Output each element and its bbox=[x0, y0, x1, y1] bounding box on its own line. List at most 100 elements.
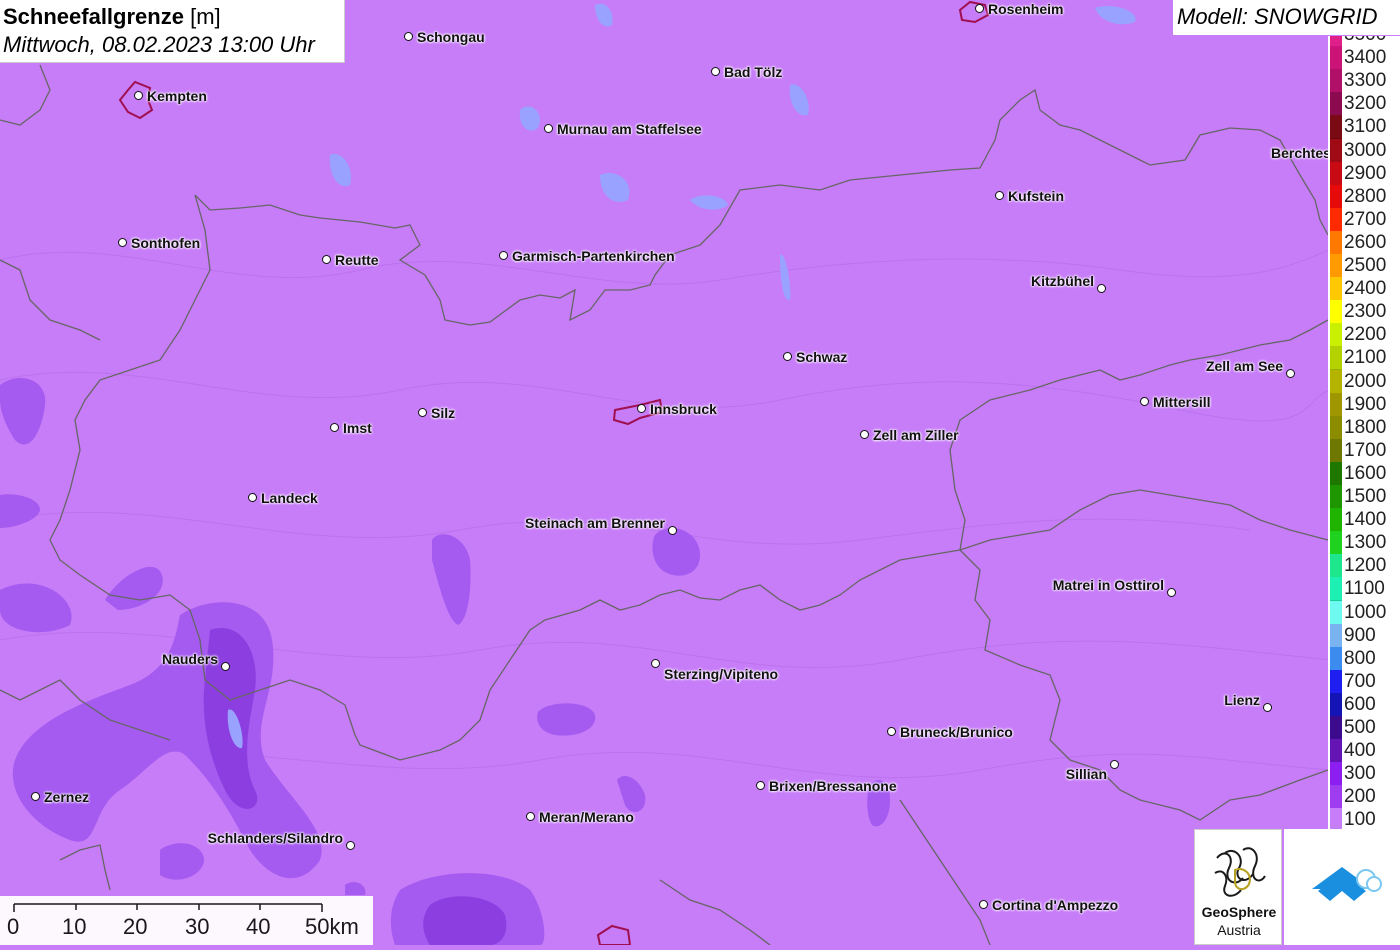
legend-row: 1400 bbox=[1328, 508, 1400, 533]
city-marker[interactable] bbox=[248, 493, 257, 502]
city-marker[interactable] bbox=[783, 352, 792, 361]
city-label[interactable]: Bruneck/Brunico bbox=[900, 724, 1013, 740]
city-marker[interactable] bbox=[860, 430, 869, 439]
city-label[interactable]: Kitzbühel bbox=[1031, 273, 1094, 289]
city-label[interactable]: Cortina d'Ampezzo bbox=[992, 897, 1118, 913]
city-marker[interactable] bbox=[31, 792, 40, 801]
city-label[interactable]: Schongau bbox=[417, 29, 485, 45]
snowgrid-logo[interactable] bbox=[1284, 829, 1400, 945]
legend-label: 100 bbox=[1344, 809, 1376, 831]
legend-label: 400 bbox=[1344, 740, 1376, 762]
color-legend: 3500 340033003200310030002900280027002600… bbox=[1328, 36, 1400, 832]
legend-label: 1700 bbox=[1344, 439, 1387, 461]
city-label[interactable]: Schwaz bbox=[796, 349, 847, 365]
city-marker[interactable] bbox=[526, 812, 535, 821]
city-marker[interactable] bbox=[887, 727, 896, 736]
city-marker[interactable] bbox=[499, 251, 508, 260]
legend-label: 500 bbox=[1344, 717, 1376, 738]
legend-label: 2400 bbox=[1344, 278, 1387, 300]
legend-label: 3400 bbox=[1344, 47, 1387, 69]
city-label[interactable]: Nauders bbox=[162, 651, 218, 667]
legend-row: 1300 bbox=[1328, 531, 1400, 556]
city-label[interactable]: Lienz bbox=[1224, 692, 1260, 708]
legend-swatch bbox=[1330, 623, 1342, 648]
city-label[interactable]: Garmisch-Partenkirchen bbox=[512, 248, 675, 264]
city-label[interactable]: Sillian bbox=[1066, 766, 1107, 782]
legend-row: 1200 bbox=[1328, 554, 1400, 579]
legend-swatch bbox=[1330, 346, 1342, 371]
scale-label-10: 10 bbox=[62, 914, 87, 939]
city-marker[interactable] bbox=[1140, 397, 1149, 406]
snowfall-limit-map[interactable] bbox=[0, 0, 1400, 945]
city-label[interactable]: Matrei in Osttirol bbox=[1053, 577, 1164, 593]
city-label[interactable]: Zell am See bbox=[1206, 358, 1283, 374]
city-marker[interactable] bbox=[346, 841, 355, 850]
city-label[interactable]: Landeck bbox=[261, 490, 318, 506]
city-marker[interactable] bbox=[1167, 588, 1176, 597]
city-marker[interactable] bbox=[995, 191, 1004, 200]
legend-label: 900 bbox=[1344, 624, 1376, 646]
legend-row: 1900 bbox=[1328, 392, 1400, 417]
legend-row: 1700 bbox=[1328, 438, 1400, 463]
city-label[interactable]: Schlanders/Silandro bbox=[208, 830, 343, 846]
city-marker[interactable] bbox=[979, 900, 988, 909]
city-label[interactable]: Reutte bbox=[335, 252, 379, 268]
city-label[interactable]: Steinach am Brenner bbox=[525, 515, 665, 531]
city-label[interactable]: Silz bbox=[431, 405, 455, 421]
city-marker[interactable] bbox=[404, 32, 413, 41]
legend-row: 2600 bbox=[1328, 230, 1400, 255]
city-label[interactable]: Sterzing/Vipiteno bbox=[664, 666, 778, 682]
legend-label: 2200 bbox=[1344, 324, 1387, 346]
city-marker[interactable] bbox=[1263, 703, 1272, 712]
city-label[interactable]: Kufstein bbox=[1008, 188, 1064, 204]
city-label[interactable]: Mittersill bbox=[1153, 394, 1211, 410]
city-marker[interactable] bbox=[637, 404, 646, 413]
city-label[interactable]: Bad Tölz bbox=[724, 64, 782, 80]
legend-swatch bbox=[1330, 46, 1342, 71]
legend-row: 2100 bbox=[1328, 346, 1400, 371]
city-marker[interactable] bbox=[134, 91, 143, 100]
legend-row: 3000 bbox=[1328, 138, 1400, 163]
city-label[interactable]: Meran/Merano bbox=[539, 809, 634, 825]
city-marker[interactable] bbox=[221, 662, 230, 671]
city-marker[interactable] bbox=[330, 423, 339, 432]
legend-row: 2800 bbox=[1328, 184, 1400, 209]
scale-label-40: 40 bbox=[246, 914, 271, 939]
city-marker[interactable] bbox=[418, 408, 427, 417]
city-label[interactable]: Kempten bbox=[147, 88, 207, 104]
city-marker[interactable] bbox=[1110, 760, 1119, 769]
map-unit: [m] bbox=[190, 4, 221, 29]
city-label[interactable]: Brixen/Bressanone bbox=[769, 778, 897, 794]
city-marker[interactable] bbox=[322, 255, 331, 264]
city-label[interactable]: Zell am Ziller bbox=[873, 427, 959, 443]
city-marker[interactable] bbox=[1097, 284, 1106, 293]
city-label[interactable]: Murnau am Staffelsee bbox=[557, 121, 702, 137]
city-marker[interactable] bbox=[1286, 369, 1295, 378]
city-label[interactable]: Sonthofen bbox=[131, 235, 200, 251]
legend-label: 1100 bbox=[1344, 578, 1385, 600]
legend-label: 3200 bbox=[1344, 93, 1387, 115]
city-label[interactable]: Imst bbox=[343, 420, 372, 436]
legend-label: 1200 bbox=[1344, 555, 1387, 577]
scale-label-0: 0 bbox=[7, 914, 20, 939]
legend-swatch bbox=[1330, 230, 1342, 255]
city-marker[interactable] bbox=[756, 781, 765, 790]
geosphere-logo[interactable]: GeoSphere Austria bbox=[1194, 829, 1282, 945]
city-label[interactable]: Rosenheim bbox=[988, 1, 1063, 17]
city-marker[interactable] bbox=[668, 526, 677, 535]
legend-label: 2700 bbox=[1344, 208, 1387, 230]
city-marker[interactable] bbox=[975, 4, 984, 13]
legend-swatch bbox=[1330, 739, 1342, 764]
legend-swatch bbox=[1330, 415, 1342, 440]
city-marker[interactable] bbox=[651, 659, 660, 668]
legend-swatch bbox=[1330, 692, 1342, 717]
city-marker[interactable] bbox=[544, 124, 553, 133]
legend-label: 1400 bbox=[1344, 509, 1387, 531]
geosphere-name: GeoSphere bbox=[1201, 904, 1277, 920]
city-label[interactable]: Innsbruck bbox=[650, 401, 717, 417]
city-marker[interactable] bbox=[711, 67, 720, 76]
legend-swatch bbox=[1330, 207, 1342, 232]
city-marker[interactable] bbox=[118, 238, 127, 247]
city-label[interactable]: Berchtes bbox=[1271, 145, 1331, 161]
city-label[interactable]: Zernez bbox=[44, 789, 89, 805]
